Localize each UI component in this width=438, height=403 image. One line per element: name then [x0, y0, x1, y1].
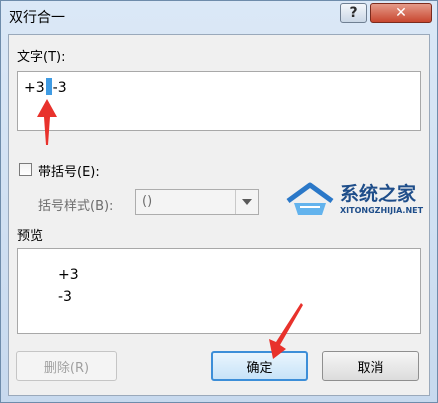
help-button[interactable]: ? — [340, 3, 367, 23]
text-value-second: -3 — [52, 80, 67, 96]
help-icon: ? — [349, 5, 358, 21]
annotation-arrow-up-icon — [37, 99, 57, 145]
title-bar[interactable]: 双行合一 ? ✕ — [1, 1, 437, 33]
annotation-arrow-down-icon — [269, 303, 303, 359]
delete-button-label: 删除(R) — [43, 360, 90, 376]
preview-label: 预览 — [17, 229, 44, 244]
preview-box: +3 -3 — [17, 248, 421, 334]
close-button[interactable]: ✕ — [370, 3, 432, 23]
bracket-style-select[interactable]: () — [135, 189, 259, 215]
dialog-window: 双行合一 ? ✕ 文字(T): +3 -3 带括号(E): 括号样式(B): ()… — [0, 0, 438, 403]
site-watermark: 系统之家 XITONGZHIJIA.NET — [284, 175, 434, 235]
dialog-title: 双行合一 — [9, 10, 65, 26]
watermark-logo-icon — [286, 182, 334, 215]
selection-highlight — [45, 78, 52, 95]
cancel-button-label: 取消 — [357, 360, 384, 376]
watermark-brand: 系统之家 — [340, 183, 417, 205]
close-icon: ✕ — [395, 5, 407, 21]
watermark-url: XITONGZHIJIA.NET — [340, 206, 424, 215]
bracket-style-value: () — [142, 194, 153, 209]
text-input[interactable]: +3 -3 — [17, 71, 421, 131]
text-value-first: +3 — [24, 80, 45, 96]
bracket-style-label: 括号样式(B): — [38, 199, 114, 214]
preview-line-1: +3 — [58, 267, 79, 283]
cancel-button[interactable]: 取消 — [322, 351, 419, 381]
bracket-checkbox-label[interactable]: 带括号(E): — [38, 161, 100, 180]
bracket-checkbox[interactable] — [19, 163, 32, 176]
delete-button[interactable]: 删除(R) — [16, 351, 117, 381]
text-field-label: 文字(T): — [17, 50, 66, 65]
chevron-down-icon — [235, 190, 258, 214]
text-input-value: +3 -3 — [24, 78, 67, 96]
preview-line-2: -3 — [58, 289, 72, 305]
